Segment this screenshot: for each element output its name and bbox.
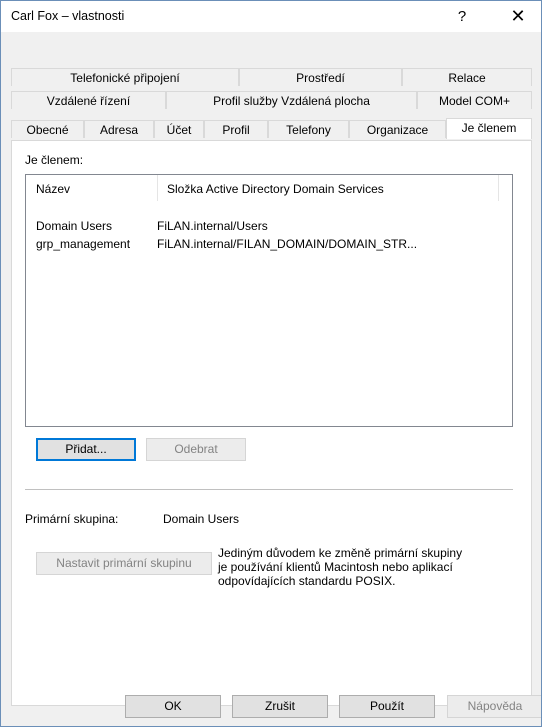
groups-list[interactable]: Název Složka Active Directory Domain Ser… [25, 174, 513, 427]
member-of-label: Je členem: [25, 153, 84, 167]
column-header-folder[interactable]: Složka Active Directory Domain Services [167, 182, 384, 196]
tab-com-plus[interactable]: Model COM+ [417, 91, 532, 109]
group-name: Domain Users [36, 219, 113, 233]
tab-profile[interactable]: Profil [204, 120, 268, 138]
tab-general[interactable]: Obecné [11, 120, 84, 138]
divider [25, 489, 513, 490]
cancel-button[interactable]: Zrušit [232, 695, 328, 718]
tab-member-of[interactable]: Je členem [446, 118, 532, 139]
tab-account[interactable]: Účet [154, 120, 204, 138]
ok-button[interactable]: OK [125, 695, 221, 718]
tab-remote-desktop-profile[interactable]: Profil služby Vzdálená plocha [166, 91, 417, 109]
list-header: Název Složka Active Directory Domain Ser… [26, 175, 512, 201]
group-folder: FiLAN.internal/Users [157, 219, 268, 233]
window-title: Carl Fox – vlastnosti [11, 9, 125, 23]
tab-organization[interactable]: Organizace [349, 120, 446, 138]
description-line: odpovídajících standardu POSIX. [218, 574, 396, 588]
tab-telephones[interactable]: Telefony [268, 120, 349, 138]
help-button[interactable]: Nápověda [447, 695, 541, 718]
description-line: Jediným důvodem ke změně primární skupin… [218, 546, 463, 560]
group-folder: FiLAN.internal/FILAN_DOMAIN/DOMAIN_STR..… [157, 237, 418, 251]
column-divider[interactable] [157, 175, 158, 201]
properties-dialog: Carl Fox – vlastnosti ? ✕ Telefonické př… [0, 0, 542, 727]
close-icon[interactable]: ✕ [495, 1, 541, 32]
add-button[interactable]: Přidat... [36, 438, 136, 461]
tab-dial-in[interactable]: Telefonické připojení [11, 68, 239, 86]
remove-button[interactable]: Odebrat [146, 438, 246, 461]
primary-group-value: Domain Users [163, 512, 240, 526]
apply-button[interactable]: Použít [339, 695, 435, 718]
primary-group-label: Primární skupina: [25, 512, 119, 526]
tab-sessions[interactable]: Relace [402, 68, 532, 86]
column-header-name[interactable]: Název [36, 182, 70, 196]
table-row[interactable]: grp_management FiLAN.internal/FILAN_DOMA… [26, 237, 512, 255]
tab-environment[interactable]: Prostředí [239, 68, 402, 86]
help-icon[interactable]: ? [439, 1, 485, 32]
tab-address[interactable]: Adresa [84, 120, 154, 138]
set-primary-group-button[interactable]: Nastavit primární skupinu [36, 552, 212, 575]
column-divider[interactable] [498, 175, 499, 201]
title-bar: Carl Fox – vlastnosti ? ✕ [1, 1, 541, 32]
group-name: grp_management [36, 237, 131, 251]
description-line: je používání klientů Macintosh nebo apli… [218, 560, 453, 574]
tab-remote-control[interactable]: Vzdálené řízení [11, 91, 166, 109]
table-row[interactable]: Domain Users FiLAN.internal/Users [26, 219, 512, 237]
primary-group-description: Jediným důvodem ke změně primární skupin… [218, 546, 518, 588]
